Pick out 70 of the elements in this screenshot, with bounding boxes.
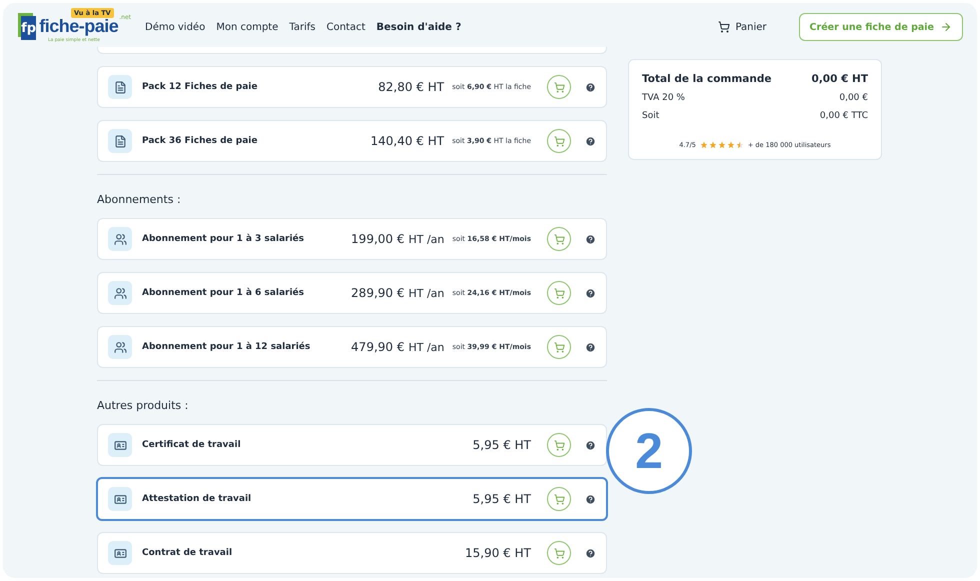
product-price: 289,90 € — [351, 286, 404, 300]
add-to-cart-button[interactable] — [547, 433, 571, 457]
product-name: Certificat de travail — [142, 440, 242, 450]
nav-link[interactable]: Démo vidéo — [145, 22, 206, 32]
cart-icon — [554, 288, 564, 298]
help-icon[interactable] — [585, 288, 596, 298]
product-price: 479,90 € — [351, 340, 404, 354]
help-icon[interactable] — [585, 494, 596, 504]
cart-icon — [554, 494, 564, 504]
product-price: 140,40 € HT — [370, 134, 444, 148]
nav-link[interactable]: Contact — [326, 22, 366, 32]
step-number-badge: 2 — [606, 408, 692, 494]
product-name: Contrat de travail — [142, 548, 234, 558]
help-icon[interactable] — [585, 234, 596, 244]
section-title: Autres produits : — [97, 399, 190, 412]
cart-icon — [554, 440, 564, 450]
cart-link[interactable]: Panier — [718, 21, 767, 33]
summary-title: Total de la commande — [642, 73, 772, 85]
summary-label: Soit — [642, 111, 660, 121]
logo-name: fiche-paie — [39, 17, 118, 35]
id-card-icon — [114, 546, 126, 560]
cart-icon — [554, 548, 564, 558]
logo-mark: fp — [21, 16, 36, 40]
product-name: Attestation de travail — [142, 494, 252, 504]
add-to-cart-button[interactable] — [547, 281, 571, 305]
id-card-icon — [114, 492, 126, 506]
nav-link[interactable]: Tarifs — [289, 22, 316, 32]
help-icon[interactable] — [585, 548, 596, 558]
product-price: 15,90 € HT — [465, 546, 531, 560]
summary-value: 0,00 € TTC — [820, 111, 868, 121]
product-name: Pack 12 Fiches de paie — [142, 82, 258, 92]
section-title: Abonnements : — [97, 193, 182, 206]
product-name: Abonnement pour 1 à 3 salariés — [142, 234, 306, 244]
product-price: 5,95 € HT — [472, 438, 531, 452]
product-name: Abonnement pour 1 à 6 salariés — [142, 288, 306, 298]
help-icon[interactable] — [585, 440, 596, 450]
help-icon[interactable] — [585, 82, 596, 92]
product-price: 199,00 € — [351, 232, 404, 246]
price-unit: HT /an — [408, 232, 444, 246]
help-icon[interactable] — [585, 342, 596, 352]
arrow-icon — [940, 21, 952, 33]
cart-icon — [554, 342, 564, 352]
users-icon — [114, 340, 126, 354]
cart-icon — [554, 234, 564, 244]
add-to-cart-button[interactable] — [547, 227, 571, 251]
add-to-cart-button[interactable] — [547, 541, 571, 565]
product-price: 5,95 € HT — [472, 492, 531, 506]
summary-value: 0,00 € — [839, 93, 868, 103]
cart-icon — [718, 21, 730, 33]
users-icon — [114, 232, 126, 246]
add-to-cart-button[interactable] — [547, 335, 571, 359]
nav-link[interactable]: Besoin d'aide ? — [376, 22, 462, 32]
product-name: Abonnement pour 1 à 12 salariés — [142, 342, 312, 352]
users-icon — [114, 286, 126, 300]
nav-link[interactable]: Mon compte — [216, 22, 278, 32]
cart-icon — [554, 82, 564, 92]
product-price: 82,80 € HT — [378, 80, 444, 94]
add-to-cart-button[interactable] — [547, 75, 571, 99]
id-card-icon — [114, 438, 126, 452]
cart-icon — [554, 136, 564, 146]
document-icon — [114, 80, 126, 94]
document-icon — [114, 134, 126, 148]
add-to-cart-button[interactable] — [547, 487, 571, 511]
price-unit: HT /an — [408, 340, 444, 354]
price-unit: HT /an — [408, 286, 444, 300]
add-to-cart-button[interactable] — [547, 129, 571, 153]
summary-label: TVA 20 % — [642, 93, 685, 103]
summary-total: 0,00 € HT — [812, 73, 868, 85]
product-name: Pack 36 Fiches de paie — [142, 136, 258, 146]
help-icon[interactable] — [585, 136, 596, 146]
